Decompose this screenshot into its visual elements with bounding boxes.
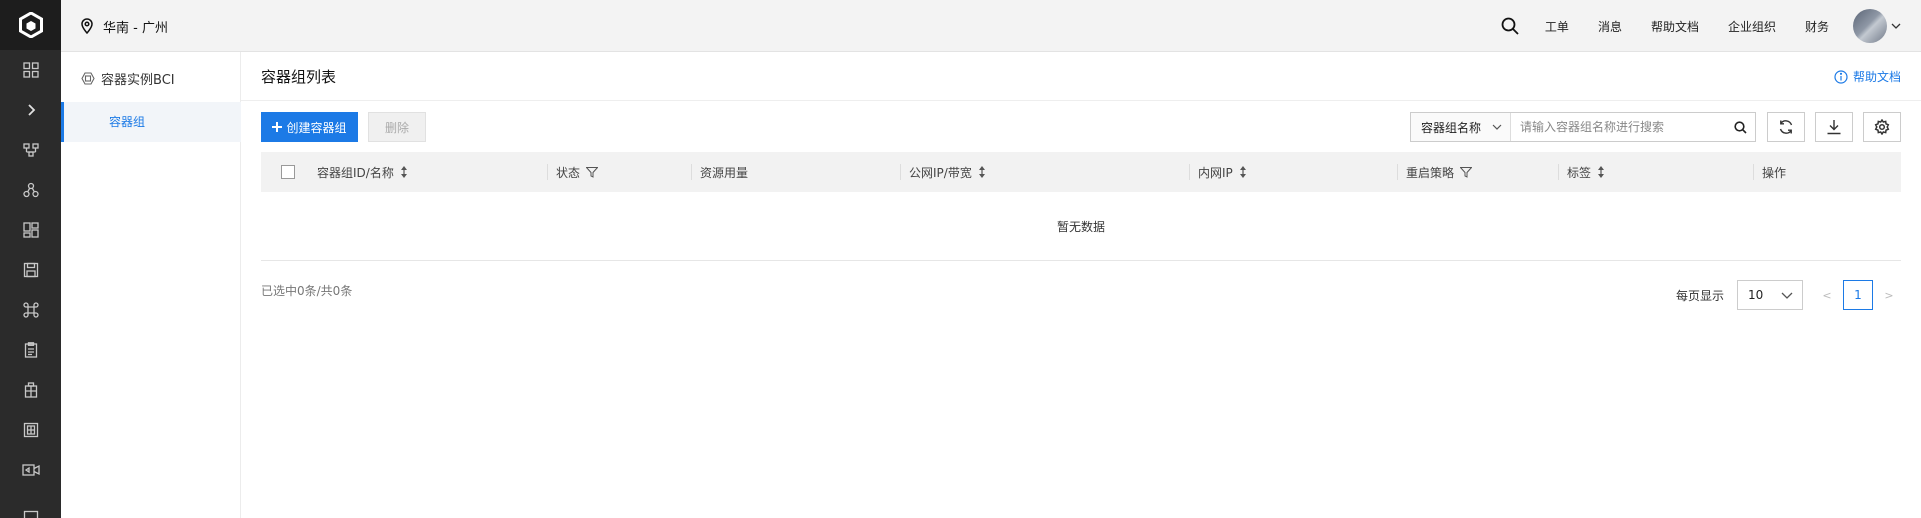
chevron-down-icon — [1781, 292, 1793, 299]
column-header-status[interactable]: 状态 — [546, 152, 599, 192]
filter-icon — [586, 166, 599, 178]
chevron-down-icon — [1492, 124, 1502, 130]
more-nav-icon[interactable] — [0, 490, 61, 518]
column-header-id-name[interactable]: 容器组ID/名称 — [317, 152, 408, 192]
storage-disk-icon[interactable] — [0, 250, 61, 290]
refresh-icon — [1779, 120, 1793, 134]
table-header: 容器组ID/名称 状态 资源用量 公网IP/带宽 内网IP 重启策略 标签 操作 — [261, 152, 1901, 192]
download-button[interactable] — [1815, 112, 1853, 142]
global-nav-rail — [0, 0, 61, 518]
refresh-button[interactable] — [1767, 112, 1805, 142]
plus-icon — [272, 122, 283, 132]
column-header-private-ip[interactable]: 内网IP — [1189, 152, 1247, 192]
column-label: 操作 — [1762, 165, 1787, 180]
product-title-label: 容器实例BCI — [101, 72, 175, 88]
download-icon — [1827, 120, 1841, 135]
container-product-icon — [81, 71, 95, 85]
help-docs-label: 帮助文档 — [1852, 70, 1901, 84]
page-size-value: 10 — [1748, 288, 1764, 302]
sort-icon — [1239, 166, 1246, 178]
main-content: 容器组列表 帮助文档 创建容器组 删除 容器组名称 请输入容器组名称进行搜索 容… — [241, 52, 1921, 518]
help-docs-link[interactable]: 帮助文档 — [1834, 68, 1901, 85]
filter-icon — [1460, 166, 1473, 178]
settings-button[interactable] — [1863, 112, 1901, 142]
location-pin-icon — [81, 18, 93, 34]
document-list-icon[interactable] — [0, 330, 61, 370]
toolbar: 创建容器组 删除 容器组名称 — [261, 112, 1901, 142]
brand-logo[interactable] — [0, 0, 61, 50]
all-products-icon[interactable] — [0, 50, 61, 90]
column-label: 资源用量 — [700, 165, 749, 180]
column-label: 重启策略 — [1406, 165, 1455, 180]
top-link-help-docs[interactable]: 帮助文档 — [1651, 18, 1699, 35]
avatar — [1853, 9, 1887, 43]
user-menu[interactable] — [1853, 9, 1901, 43]
gear-icon — [1874, 119, 1890, 135]
region-label: 华南 - 广州 — [103, 20, 168, 36]
image-registry-icon[interactable] — [0, 410, 61, 450]
product-sidebar: 容器实例BCI 容器组 — [61, 52, 241, 518]
search-field-label: 容器组名称 — [1421, 120, 1482, 135]
empty-state: 暂无数据 — [261, 192, 1901, 261]
prev-page-button[interactable]: < — [1815, 289, 1839, 302]
search-field-select[interactable]: 容器组名称 — [1411, 113, 1511, 141]
column-label: 标签 — [1567, 165, 1592, 180]
column-label: 容器组ID/名称 — [317, 165, 394, 180]
sort-icon — [978, 166, 985, 178]
column-header-tags[interactable]: 标签 — [1557, 152, 1605, 192]
top-link-finance[interactable]: 财务 — [1805, 18, 1829, 35]
search-input[interactable] — [1511, 113, 1725, 141]
chevron-down-icon — [1891, 23, 1901, 29]
column-label: 内网IP — [1198, 165, 1233, 180]
top-link-messages[interactable]: 消息 — [1598, 18, 1622, 35]
search-icon[interactable] — [1725, 113, 1755, 141]
video-camera-icon[interactable] — [0, 450, 61, 490]
command-key-icon[interactable] — [0, 290, 61, 330]
top-bar: 华南 - 广州 工单 消息 帮助文档 企业组织 财务 — [61, 0, 1921, 52]
column-label: 状态 — [556, 165, 581, 180]
selection-summary: 已选中0条/共0条 — [261, 284, 353, 298]
search-box: 容器组名称 — [1410, 112, 1756, 142]
page-header: 容器组列表 帮助文档 — [241, 52, 1921, 101]
top-bar-actions: 工单 消息 帮助文档 企业组织 财务 — [1495, 0, 1921, 52]
page-size-select[interactable]: 10 — [1737, 280, 1803, 310]
column-header-actions: 操作 — [1752, 152, 1787, 192]
sort-icon — [400, 166, 407, 178]
product-title: 容器实例BCI — [81, 68, 175, 88]
region-selector[interactable]: 华南 - 广州 — [81, 16, 168, 36]
select-all-checkbox[interactable] — [281, 165, 295, 179]
sidebar-item-container-group[interactable]: 容器组 — [61, 102, 241, 142]
cluster-nodes-icon[interactable] — [0, 170, 61, 210]
sort-icon — [1598, 166, 1605, 178]
dashboard-grid-icon[interactable] — [0, 210, 61, 250]
container-group-table: 容器组ID/名称 状态 资源用量 公网IP/带宽 内网IP 重启策略 标签 操作… — [261, 152, 1901, 261]
delete-button[interactable]: 删除 — [368, 112, 426, 142]
page-size-label: 每页显示 — [1675, 288, 1724, 303]
network-nodes-icon[interactable] — [0, 130, 61, 170]
column-label: 公网IP/带宽 — [909, 165, 972, 180]
create-container-group-button[interactable]: 创建容器组 — [261, 112, 358, 142]
create-button-label: 创建容器组 — [286, 120, 347, 135]
expand-chevron-icon[interactable] — [0, 90, 61, 130]
column-header-public-ip[interactable]: 公网IP/带宽 — [900, 152, 986, 192]
top-link-ticket[interactable]: 工单 — [1545, 18, 1569, 35]
column-header-resource-usage: 资源用量 — [690, 152, 749, 192]
global-search-icon[interactable] — [1495, 17, 1525, 35]
column-header-restart-policy[interactable]: 重启策略 — [1396, 152, 1473, 192]
page-1-button[interactable]: 1 — [1843, 280, 1873, 310]
page-title: 容器组列表 — [261, 68, 337, 86]
cube-logo-icon — [18, 12, 43, 38]
next-page-button[interactable]: > — [1877, 289, 1901, 302]
building-icon[interactable] — [0, 370, 61, 410]
top-link-organization[interactable]: 企业组织 — [1728, 18, 1776, 35]
pagination: 每页显示 10 < 1 > — [1676, 280, 1901, 310]
info-circle-icon — [1834, 69, 1848, 84]
